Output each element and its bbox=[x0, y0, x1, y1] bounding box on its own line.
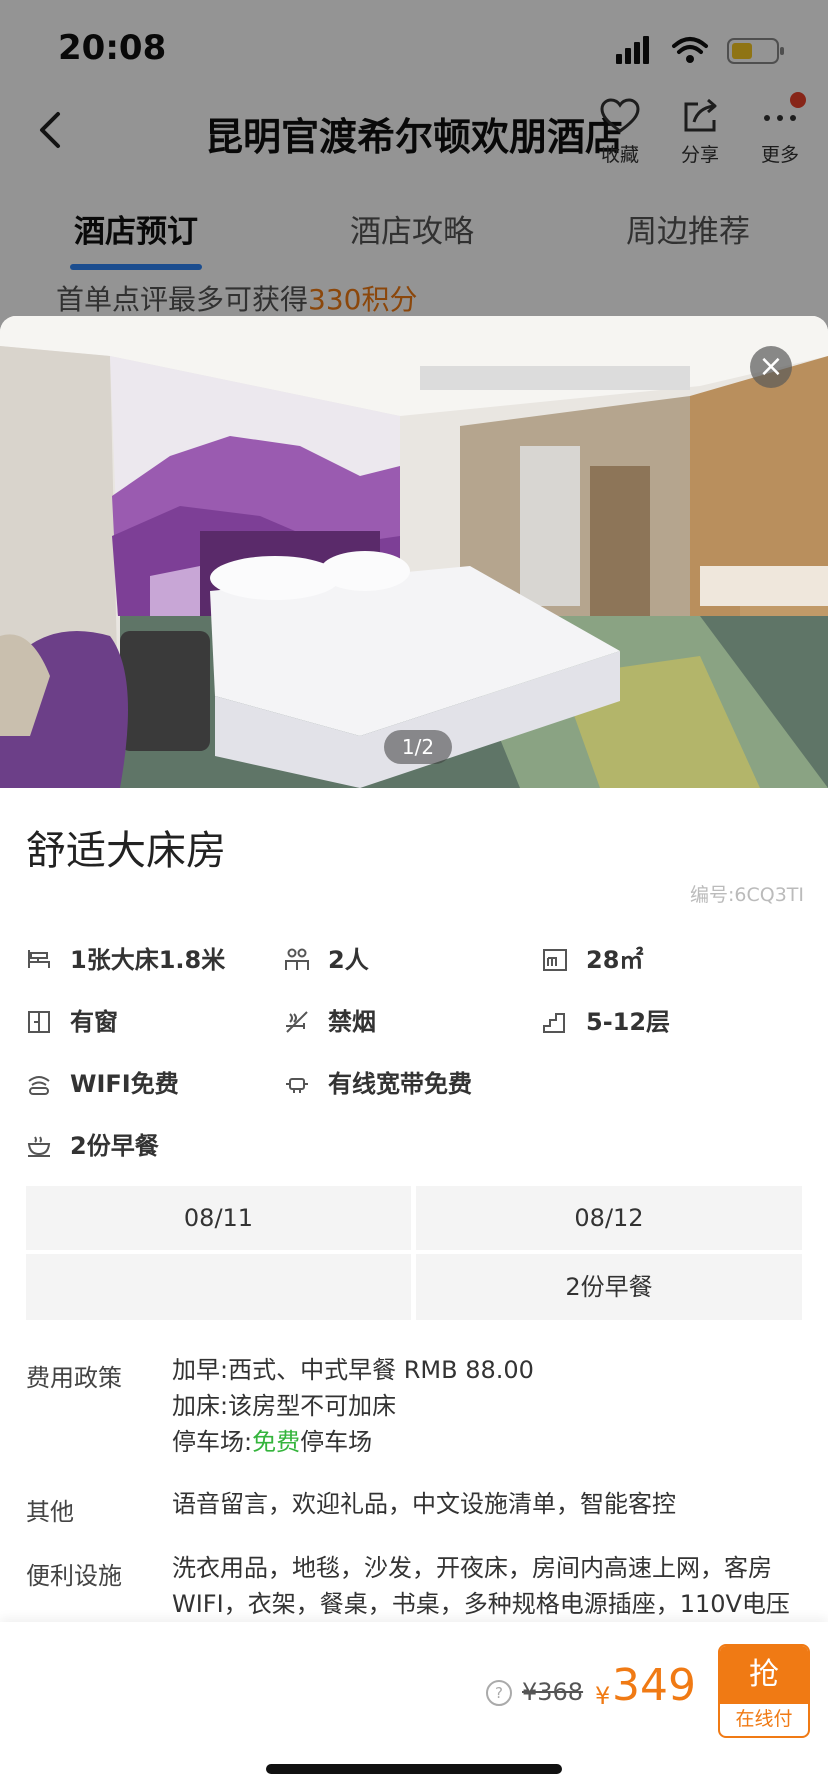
currency-symbol: ¥ bbox=[595, 1682, 611, 1710]
wifi-icon bbox=[28, 1076, 50, 1095]
breakfast-value-1 bbox=[26, 1254, 411, 1320]
breakfast-date-1: 08/11 bbox=[26, 1186, 411, 1250]
bed-icon bbox=[28, 950, 50, 968]
room-name: 舒适大床房 bbox=[26, 828, 226, 874]
fees-extra-breakfast: 加早:西式、中式早餐 RMB 88.00 bbox=[172, 1356, 534, 1384]
area-icon bbox=[543, 949, 567, 971]
fees-parking: 停车场:免费停车场 bbox=[172, 1428, 373, 1456]
amenities-label: 便利设施 bbox=[26, 1562, 122, 1590]
room-photo[interactable]: × 1/2 bbox=[0, 316, 828, 788]
fees-value: 加早:西式、中式早餐 RMB 88.00 加床:该房型不可加床 停车场:免费停车… bbox=[172, 1352, 802, 1460]
photo-counter: 1/2 bbox=[384, 730, 452, 764]
home-indicator[interactable] bbox=[266, 1764, 562, 1774]
ethernet-icon bbox=[286, 1078, 308, 1093]
breakfast-value-2: 2份早餐 bbox=[416, 1254, 802, 1320]
other-value: 语音留言，欢迎礼品，中文设施清单，智能客控 bbox=[172, 1490, 676, 1518]
close-button[interactable]: × bbox=[750, 346, 792, 388]
room-code: 编号:6CQ3TI bbox=[689, 884, 804, 906]
people-icon bbox=[285, 948, 309, 970]
book-label: 抢 bbox=[720, 1646, 808, 1704]
current-price: 349 bbox=[612, 1660, 696, 1711]
other-label: 其他 bbox=[26, 1498, 74, 1526]
stairs-icon bbox=[543, 1013, 565, 1033]
original-price: ¥368 bbox=[522, 1678, 584, 1706]
fees-extra-bed: 加床:该房型不可加床 bbox=[172, 1392, 397, 1420]
price-help-icon[interactable]: ? bbox=[486, 1680, 512, 1706]
window-icon bbox=[28, 1011, 50, 1033]
no-smoking-icon bbox=[286, 1011, 308, 1033]
book-now-button[interactable]: 抢 在线付 bbox=[718, 1644, 810, 1738]
pay-online-label: 在线付 bbox=[735, 1708, 793, 1730]
breakfast-icon bbox=[27, 1136, 51, 1157]
fees-label: 费用政策 bbox=[26, 1364, 122, 1392]
close-icon: × bbox=[758, 349, 784, 384]
breakfast-date-2: 08/12 bbox=[416, 1186, 802, 1250]
room-detail-modal: × 1/2 舒适大床房 编号:6CQ3TI 1张大床1.8米 2人 28㎡ 有窗… bbox=[0, 316, 828, 1792]
